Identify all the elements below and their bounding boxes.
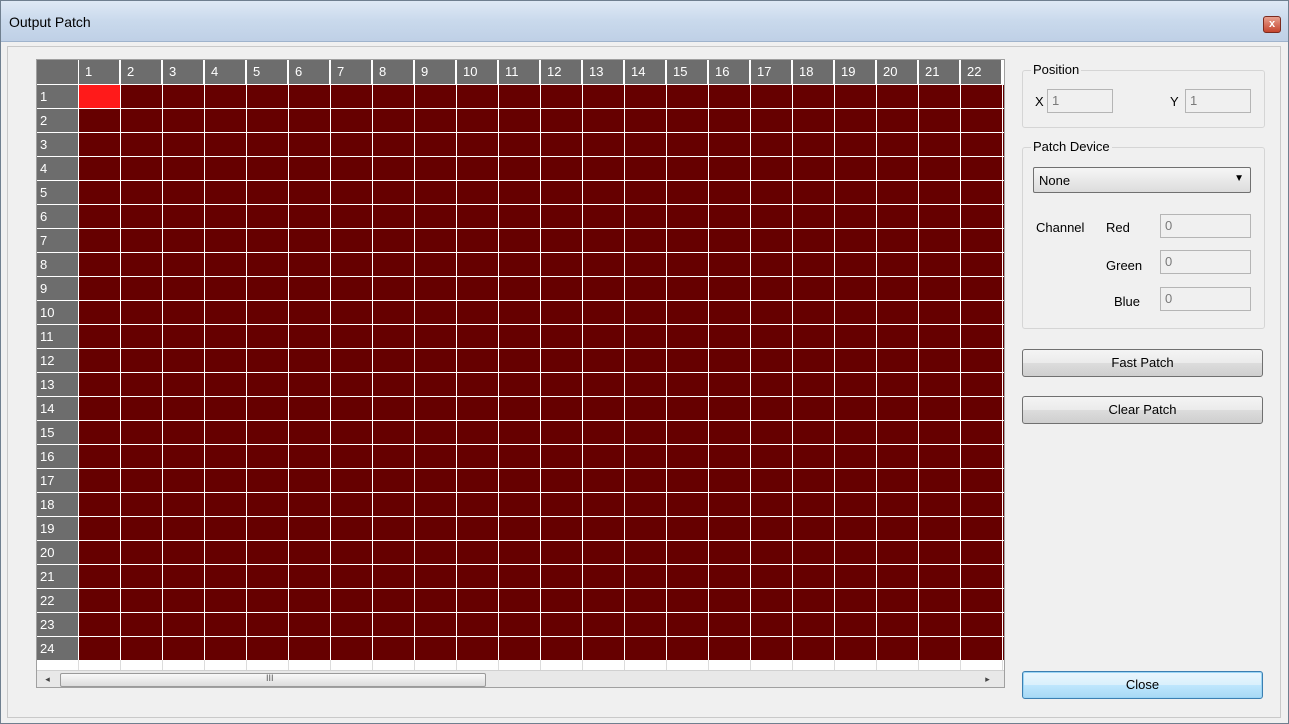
grid-cells[interactable] xyxy=(78,84,1004,660)
scroll-left-icon[interactable]: ◂ xyxy=(39,672,56,687)
row-header[interactable]: 18 xyxy=(37,492,78,516)
row-header[interactable]: 20 xyxy=(37,540,78,564)
row-header[interactable]: 16 xyxy=(37,444,78,468)
x-label: X xyxy=(1035,94,1044,109)
column-header[interactable]: 15 xyxy=(666,60,707,84)
channel-label: Channel xyxy=(1036,220,1085,235)
column-header[interactable]: 16 xyxy=(708,60,749,84)
clear-patch-button[interactable]: Clear Patch xyxy=(1022,396,1263,424)
patch-device-selected-value: None xyxy=(1039,173,1071,188)
row-header[interactable]: 17 xyxy=(37,468,78,492)
column-header[interactable]: 2 xyxy=(120,60,161,84)
row-header[interactable]: 22 xyxy=(37,588,78,612)
row-header[interactable]: 6 xyxy=(37,204,78,228)
row-header[interactable]: 23 xyxy=(37,612,78,636)
column-header[interactable]: 19 xyxy=(834,60,875,84)
grid-corner xyxy=(37,60,78,84)
column-header[interactable]: 11 xyxy=(498,60,539,84)
column-header[interactable]: 8 xyxy=(372,60,413,84)
column-header[interactable]: 5 xyxy=(246,60,287,84)
row-header[interactable]: 9 xyxy=(37,276,78,300)
row-header[interactable]: 5 xyxy=(37,180,78,204)
y-field[interactable]: 1 xyxy=(1185,89,1251,113)
column-header[interactable]: 4 xyxy=(204,60,245,84)
row-header[interactable]: 8 xyxy=(37,252,78,276)
scroll-right-icon[interactable]: ▸ xyxy=(979,672,996,687)
row-header[interactable]: 24 xyxy=(37,636,78,660)
patch-grid: 1 2 3 4 5 6 7 8 9 10 11 12 13 14 15 16 17 18 19 20 21 22 1234… xyxy=(36,59,1005,688)
row-header[interactable]: 10 xyxy=(37,300,78,324)
row-header[interactable]: 21 xyxy=(37,564,78,588)
patch-device-select[interactable]: None ▼ xyxy=(1033,167,1251,193)
window-title: Output Patch xyxy=(9,14,91,30)
y-label: Y xyxy=(1170,94,1179,109)
row-header[interactable]: 14 xyxy=(37,396,78,420)
chevron-down-icon: ▼ xyxy=(1234,173,1244,184)
column-header[interactable]: 3 xyxy=(162,60,203,84)
blue-label: Blue xyxy=(1114,294,1141,309)
row-header[interactable]: 2 xyxy=(37,108,78,132)
column-header[interactable]: 20 xyxy=(876,60,917,84)
row-header[interactable]: 3 xyxy=(37,132,78,156)
scroll-grip-icon: III xyxy=(266,673,274,683)
horizontal-scrollbar[interactable]: ◂ III ▸ xyxy=(37,670,1004,687)
column-header[interactable]: 9 xyxy=(414,60,455,84)
title-bar[interactable]: Output Patch x xyxy=(1,1,1288,42)
row-header[interactable]: 15 xyxy=(37,420,78,444)
row-header[interactable]: 19 xyxy=(37,516,78,540)
column-header[interactable]: 10 xyxy=(456,60,497,84)
row-header[interactable]: 1 xyxy=(37,84,78,108)
x-field[interactable]: 1 xyxy=(1047,89,1113,113)
row-header[interactable]: 7 xyxy=(37,228,78,252)
column-header[interactable]: 22 xyxy=(960,60,1001,84)
green-channel-field[interactable]: 0 xyxy=(1160,250,1251,274)
window-close-icon[interactable]: x xyxy=(1263,16,1281,33)
column-header[interactable]: 12 xyxy=(540,60,581,84)
row-header[interactable]: 4 xyxy=(37,156,78,180)
fast-patch-button[interactable]: Fast Patch xyxy=(1022,349,1263,377)
column-header[interactable]: 14 xyxy=(624,60,665,84)
close-button[interactable]: Close xyxy=(1022,671,1263,699)
column-header[interactable]: 21 xyxy=(918,60,959,84)
blue-channel-field[interactable]: 0 xyxy=(1160,287,1251,311)
selected-cell[interactable] xyxy=(79,85,120,108)
column-header[interactable]: 7 xyxy=(330,60,371,84)
row-header[interactable]: 12 xyxy=(37,348,78,372)
column-header[interactable]: 13 xyxy=(582,60,623,84)
patch-device-label: Patch Device xyxy=(1031,139,1112,154)
red-channel-field[interactable]: 0 xyxy=(1160,214,1251,238)
column-header[interactable]: 6 xyxy=(288,60,329,84)
column-header[interactable]: 17 xyxy=(750,60,791,84)
column-header[interactable]: 18 xyxy=(792,60,833,84)
row-header[interactable]: 13 xyxy=(37,372,78,396)
green-label: Green xyxy=(1106,258,1143,273)
row-header[interactable]: 11 xyxy=(37,324,78,348)
position-group-label: Position xyxy=(1031,62,1082,77)
scroll-thumb[interactable]: III xyxy=(60,673,486,687)
grid-empty-area xyxy=(37,660,1004,670)
column-header[interactable]: 1 xyxy=(78,60,119,84)
red-label: Red xyxy=(1106,220,1130,235)
